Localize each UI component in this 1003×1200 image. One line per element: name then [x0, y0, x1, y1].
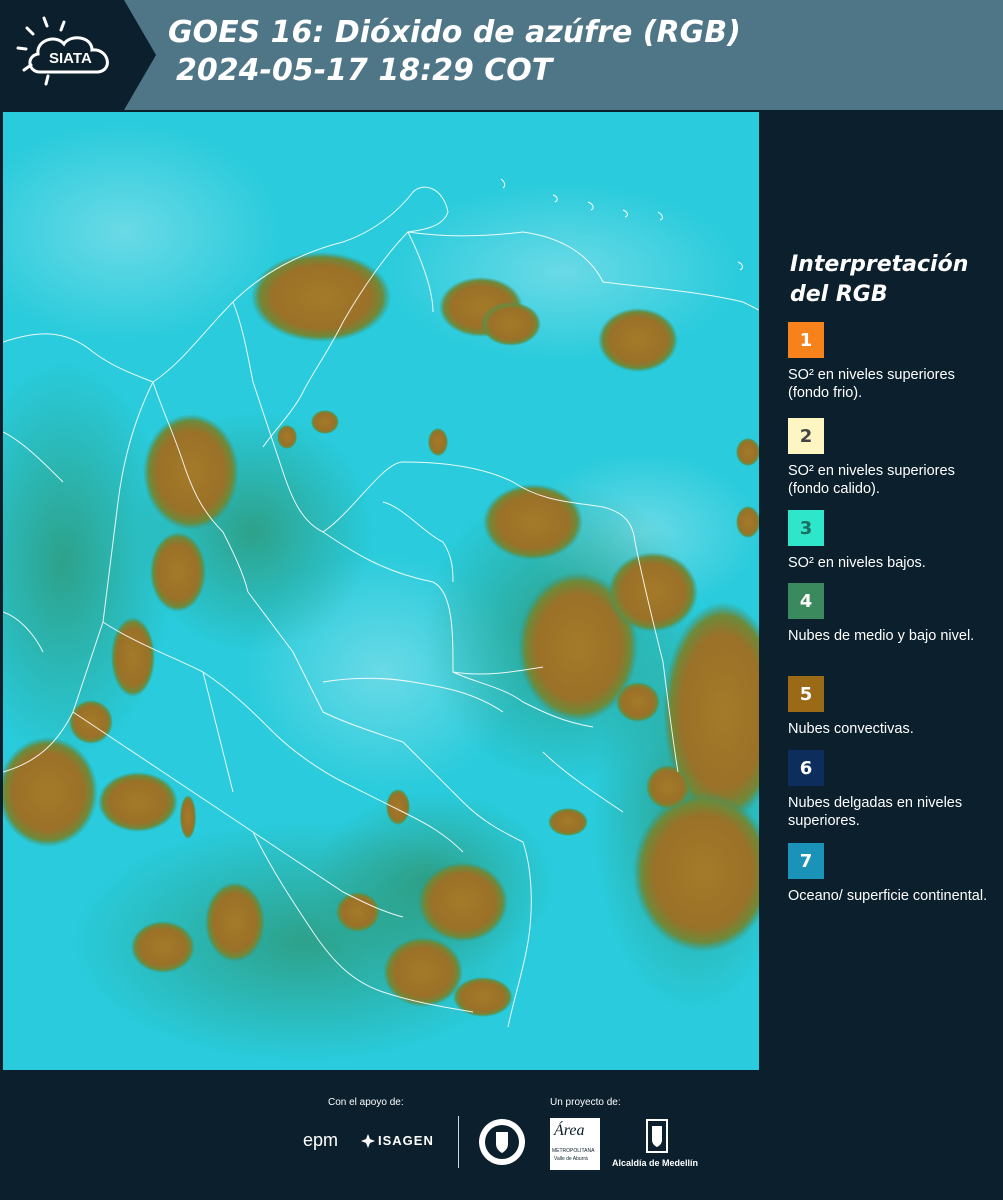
legend-label: Oceano/ superficie continental.	[788, 888, 988, 904]
seal-icon	[479, 1119, 525, 1165]
legend-label: SO² en niveles superiores (fondo calido)…	[788, 463, 955, 497]
medellin-seal	[478, 1118, 526, 1170]
footer-divider	[458, 1116, 459, 1168]
alcaldia-logo: Alcaldía de Medellín	[612, 1118, 702, 1172]
legend-label: Nubes de medio y bajo nivel.	[788, 628, 975, 644]
legend-swatch: 4	[788, 583, 824, 619]
project-label: Un proyecto de:	[550, 1097, 621, 1108]
legend-item-3: 3 SO² en niveles bajos.	[788, 510, 998, 572]
legend-title: Interpretación del RGB	[790, 252, 969, 307]
legend-item-4: 4 Nubes de medio y bajo nivel.	[788, 583, 998, 645]
coat-of-arms-icon	[646, 1119, 668, 1153]
legend-swatch: 5	[788, 676, 824, 712]
legend-item-5: 5 Nubes convectivas.	[788, 676, 998, 738]
legend-item-2: 2 SO² en niveles superiores (fondo calid…	[788, 418, 998, 498]
legend-label: Nubes convectivas.	[788, 721, 914, 737]
page-timestamp: 2024-05-17 18:29 COT	[176, 53, 553, 88]
isagen-icon	[361, 1134, 375, 1148]
support-label: Con el apoyo de:	[328, 1097, 404, 1108]
legend-label: SO² en niveles superiores (fondo frio).	[788, 367, 955, 401]
legend-item-1: 1 SO² en niveles superiores (fondo frio)…	[788, 322, 998, 402]
satellite-map	[0, 112, 793, 1070]
legend-label: SO² en niveles bajos.	[788, 555, 926, 571]
epm-logo: epm	[303, 1130, 339, 1150]
legend-label: Nubes delgadas en niveles superiores.	[788, 795, 963, 829]
legend-item-6: 6 Nubes delgadas en niveles superiores.	[788, 750, 998, 830]
page-title: GOES 16: Dióxido de azúfre (RGB)	[168, 15, 741, 50]
legend-swatch: 1	[788, 322, 824, 358]
legend-swatch: 7	[788, 843, 824, 879]
legend-swatch: 2	[788, 418, 824, 454]
legend-item-7: 7 Oceano/ superficie continental.	[788, 843, 998, 905]
area-metropolitana-logo: Área METROPOLITANA Valle de Aburrá	[550, 1118, 600, 1170]
siata-logo: SIATA	[0, 0, 156, 110]
header-bar: SIATA GOES 16: Dióxido de azúfre (RGB) 2…	[0, 0, 1003, 110]
legend-swatch: 3	[788, 510, 824, 546]
legend-swatch: 6	[788, 750, 824, 786]
svg-text:SIATA: SIATA	[49, 50, 92, 67]
